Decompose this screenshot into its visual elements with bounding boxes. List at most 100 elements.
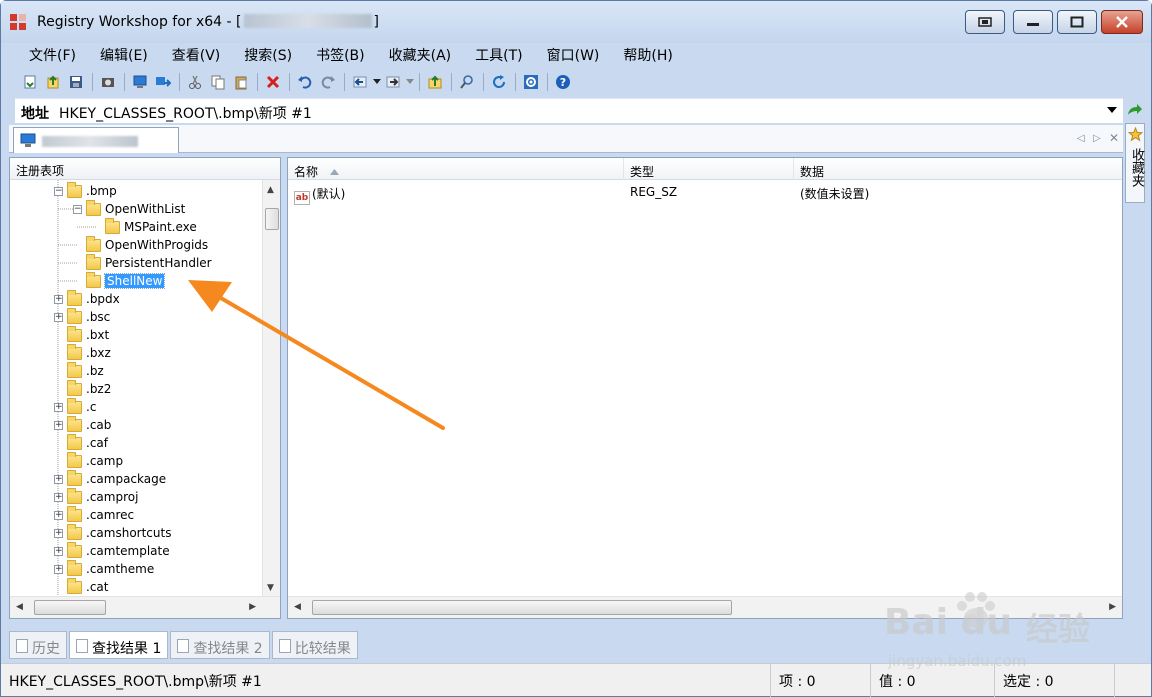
scroll-thumb[interactable] bbox=[312, 600, 732, 615]
maximize-button[interactable] bbox=[1057, 10, 1097, 34]
tree-item[interactable]: + .c bbox=[54, 397, 96, 416]
expand-icon[interactable]: + bbox=[54, 546, 63, 556]
tab-find-results-1[interactable]: 查找结果 1 bbox=[69, 631, 169, 659]
collapse-icon[interactable]: − bbox=[73, 204, 82, 214]
tree-item[interactable]: .camp bbox=[54, 451, 124, 470]
scroll-left-icon[interactable]: ◀ bbox=[294, 602, 301, 612]
go-up-button[interactable] bbox=[424, 71, 446, 93]
options-button[interactable] bbox=[520, 71, 542, 93]
tree-item[interactable]: + .bpdx bbox=[54, 289, 120, 308]
tree-item[interactable]: MSPaint.exe bbox=[92, 217, 197, 236]
tree-item[interactable]: .bz2 bbox=[54, 379, 111, 398]
tab-scroll-right-icon[interactable]: ▷ bbox=[1093, 133, 1101, 144]
tree-item[interactable]: .caf bbox=[54, 433, 108, 452]
folder-icon bbox=[67, 469, 82, 486]
close-button[interactable] bbox=[1101, 10, 1143, 34]
address-history-dropdown[interactable] bbox=[1107, 107, 1117, 113]
scroll-right-icon[interactable]: ▶ bbox=[249, 602, 256, 612]
scroll-left-icon[interactable]: ◀ bbox=[16, 602, 23, 612]
tree-horizontal-scrollbar[interactable]: ◀ ▶ bbox=[10, 596, 280, 618]
toolbar-separator bbox=[515, 73, 516, 91]
expand-icon[interactable]: + bbox=[54, 564, 63, 574]
snapshot-button[interactable] bbox=[97, 71, 119, 93]
menu-search[interactable]: 搜索(S) bbox=[228, 45, 300, 65]
expand-icon[interactable]: + bbox=[54, 402, 63, 412]
tab-scroll-left-icon[interactable]: ◁ bbox=[1077, 133, 1085, 144]
tree-item[interactable]: .bz bbox=[54, 361, 104, 380]
minimize-button[interactable] bbox=[1013, 10, 1053, 34]
title-bar[interactable]: Registry Workshop for x64 - [] bbox=[1, 1, 1151, 43]
menu-help[interactable]: 帮助(H) bbox=[607, 45, 680, 65]
expand-icon[interactable]: + bbox=[54, 312, 63, 322]
tree-item[interactable]: .bxz bbox=[54, 343, 111, 362]
undo-button[interactable] bbox=[294, 71, 316, 93]
menu-tools[interactable]: 工具(T) bbox=[459, 45, 530, 65]
scroll-down-icon[interactable]: ▼ bbox=[267, 583, 274, 593]
tree-item[interactable]: + .campackage bbox=[54, 469, 166, 488]
tree-item[interactable]: + .camtheme bbox=[54, 559, 154, 578]
tab-history[interactable]: 历史 bbox=[9, 631, 67, 659]
tree-item[interactable]: + .camproj bbox=[54, 487, 138, 506]
paste-button[interactable] bbox=[230, 71, 252, 93]
menu-edit[interactable]: 编辑(E) bbox=[84, 45, 156, 65]
column-name[interactable]: 名称 bbox=[288, 158, 624, 180]
tree-item[interactable]: + .camtemplate bbox=[54, 541, 170, 560]
export-button[interactable] bbox=[42, 71, 64, 93]
expand-icon[interactable]: + bbox=[54, 474, 63, 484]
refresh-button[interactable] bbox=[488, 71, 510, 93]
delete-button[interactable] bbox=[262, 71, 284, 93]
tree-item[interactable]: − OpenWithList bbox=[73, 199, 185, 218]
scroll-thumb[interactable] bbox=[34, 600, 106, 615]
back-button[interactable] bbox=[349, 71, 371, 93]
tree-item[interactable]: − .bmp bbox=[54, 181, 117, 200]
find-button[interactable] bbox=[456, 71, 478, 93]
scroll-up-icon[interactable]: ▲ bbox=[267, 185, 274, 195]
tree-item[interactable]: + .camrec bbox=[54, 505, 134, 524]
restore-window-button[interactable] bbox=[965, 10, 1005, 34]
import-button[interactable] bbox=[19, 71, 41, 93]
back-history-dropdown[interactable] bbox=[372, 71, 382, 93]
tree-item[interactable]: PersistentHandler bbox=[73, 253, 212, 272]
computer-tab[interactable] bbox=[13, 127, 179, 153]
expand-icon[interactable]: + bbox=[54, 420, 63, 430]
help-button[interactable]: ? bbox=[552, 71, 574, 93]
collapse-icon[interactable]: − bbox=[54, 186, 63, 196]
column-type[interactable]: 类型 bbox=[624, 158, 794, 180]
column-data[interactable]: 数据 bbox=[794, 158, 1124, 180]
disconnect-button[interactable] bbox=[152, 71, 174, 93]
menu-favorites[interactable]: 收藏夹(A) bbox=[373, 45, 460, 65]
tree-item[interactable]: + .camshortcuts bbox=[54, 523, 171, 542]
menu-bookmarks[interactable]: 书签(B) bbox=[300, 45, 373, 65]
cut-button[interactable] bbox=[184, 71, 206, 93]
expand-icon[interactable]: + bbox=[54, 510, 63, 520]
scroll-right-icon[interactable]: ▶ bbox=[1109, 602, 1116, 612]
close-tab-icon[interactable]: ✕ bbox=[1109, 131, 1119, 145]
expand-icon[interactable]: + bbox=[54, 294, 63, 304]
forward-button[interactable] bbox=[382, 71, 404, 93]
connect-button[interactable] bbox=[129, 71, 151, 93]
menu-view[interactable]: 查看(V) bbox=[156, 45, 229, 65]
value-row[interactable]: ab (默认) REG_SZ (数值未设置) bbox=[288, 182, 1122, 205]
address-input[interactable]: HKEY_CLASSES_ROOT\.bmp\新项 #1 bbox=[59, 103, 312, 123]
redo-button[interactable] bbox=[317, 71, 339, 93]
tab-find-results-2[interactable]: 查找结果 2 bbox=[170, 631, 270, 659]
expand-icon[interactable]: + bbox=[54, 528, 63, 538]
favorites-side-tab[interactable]: 收藏夹 bbox=[1125, 123, 1145, 203]
scroll-thumb[interactable] bbox=[265, 208, 279, 230]
tree-item[interactable]: + .cab bbox=[54, 415, 111, 434]
tree-item[interactable]: + .bsc bbox=[54, 307, 110, 326]
copy-button[interactable] bbox=[207, 71, 229, 93]
tree-item[interactable]: OpenWithProgids bbox=[73, 235, 208, 254]
menu-file[interactable]: 文件(F) bbox=[13, 45, 84, 65]
save-button[interactable] bbox=[65, 71, 87, 93]
tree-vertical-scrollbar[interactable]: ▲ ▼ bbox=[262, 180, 280, 598]
menu-window[interactable]: 窗口(W) bbox=[531, 45, 608, 65]
tree-item[interactable]: .cat bbox=[54, 577, 108, 596]
forward-history-dropdown[interactable] bbox=[405, 71, 415, 93]
tab-compare-results[interactable]: 比较结果 bbox=[271, 631, 358, 659]
tree-item[interactable]: ShellNew bbox=[73, 271, 166, 290]
tree-item-label: .camp bbox=[86, 454, 124, 468]
go-arrow-icon[interactable] bbox=[1125, 101, 1143, 119]
expand-icon[interactable]: + bbox=[54, 492, 63, 502]
tree-item[interactable]: .bxt bbox=[54, 325, 109, 344]
